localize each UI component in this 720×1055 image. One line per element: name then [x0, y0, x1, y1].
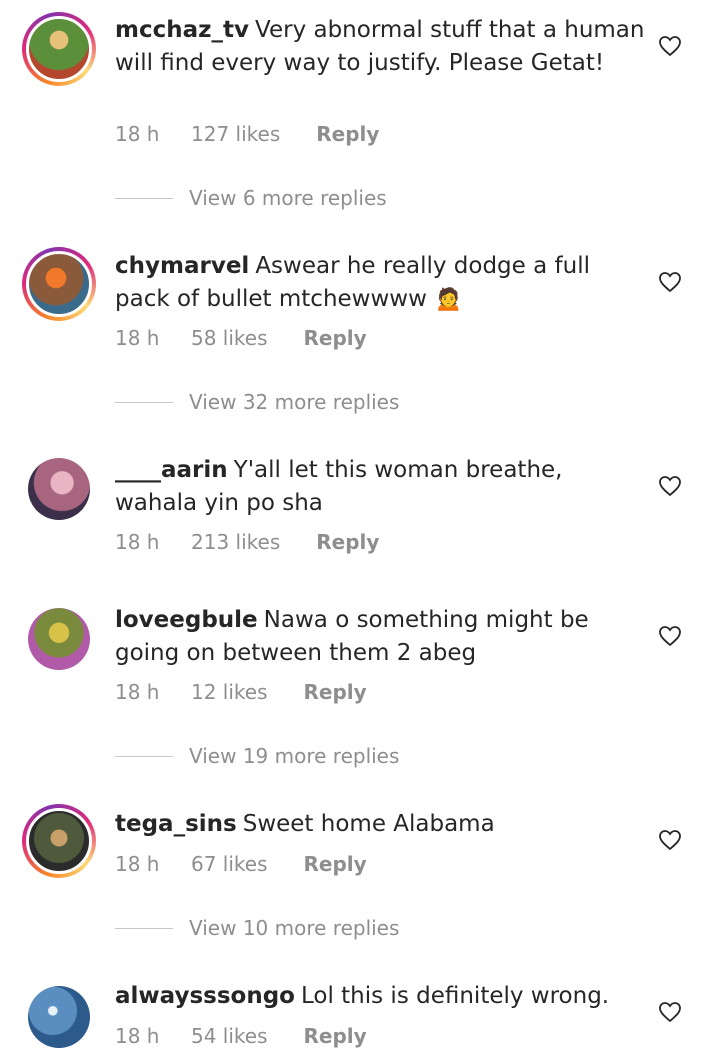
comment-meta: 18 h 67 likes Reply: [115, 852, 367, 876]
comment-text: mcchaz_tv Very abnormal stuff that a huma…: [115, 14, 645, 80]
view-replies-button[interactable]: View 10 more replies: [115, 916, 399, 940]
view-replies-label: View 10 more replies: [189, 916, 400, 940]
avatar-image: [28, 608, 90, 670]
comment-text: alwaysssongo Lol this is definitely wrong…: [115, 980, 645, 1013]
heart-outline-icon[interactable]: [658, 475, 682, 497]
view-replies-button[interactable]: View 32 more replies: [115, 390, 399, 414]
likes-count[interactable]: 54 likes: [191, 1024, 268, 1048]
username-link[interactable]: mcchaz_tv: [115, 17, 249, 43]
view-replies-button[interactable]: View 19 more replies: [115, 744, 399, 768]
heart-outline-icon[interactable]: [658, 271, 682, 293]
view-replies-button[interactable]: View 6 more replies: [115, 186, 387, 210]
comment-text: ____aarin Y'all let this woman breathe, w…: [115, 454, 645, 520]
likes-count[interactable]: 67 likes: [191, 852, 268, 876]
comment-text: loveegbule Nawa o something might be goin…: [115, 604, 645, 670]
timestamp: 18 h: [115, 530, 160, 554]
username-link[interactable]: tega_sins: [115, 811, 237, 837]
view-replies-label: View 19 more replies: [189, 744, 400, 768]
avatar[interactable]: [22, 247, 96, 321]
comment-meta: 18 h 12 likes Reply: [115, 680, 367, 704]
divider-line: [115, 197, 173, 199]
comment-meta: 18 h 54 likes Reply: [115, 1024, 367, 1048]
divider-line: [115, 401, 173, 403]
likes-count[interactable]: 213 likes: [191, 530, 280, 554]
reply-button[interactable]: Reply: [304, 680, 367, 704]
comment-meta: 18 h 58 likes Reply: [115, 326, 367, 350]
heart-outline-icon[interactable]: [658, 1001, 682, 1023]
reply-button[interactable]: Reply: [316, 122, 379, 146]
avatar[interactable]: [22, 12, 96, 86]
avatar[interactable]: [22, 452, 96, 526]
reply-button[interactable]: Reply: [304, 852, 367, 876]
divider-line: [115, 927, 173, 929]
comment-text: chymarvel Aswear he really dodge a full p…: [115, 250, 645, 316]
reply-button[interactable]: Reply: [304, 1024, 367, 1048]
username-link[interactable]: loveegbule: [115, 607, 258, 633]
reply-button[interactable]: Reply: [304, 326, 367, 350]
heart-outline-icon[interactable]: [658, 625, 682, 647]
comment-body: Sweet home Alabama: [242, 811, 495, 837]
avatar-image: [28, 986, 90, 1048]
reply-button[interactable]: Reply: [316, 530, 379, 554]
timestamp: 18 h: [115, 852, 160, 876]
timestamp: 18 h: [115, 680, 160, 704]
username-link[interactable]: ____aarin: [115, 457, 228, 483]
avatar[interactable]: [22, 980, 96, 1054]
timestamp: 18 h: [115, 122, 160, 146]
likes-count[interactable]: 127 likes: [191, 122, 280, 146]
avatar-image: [26, 808, 92, 874]
heart-outline-icon[interactable]: [658, 35, 682, 57]
likes-count[interactable]: 12 likes: [191, 680, 268, 704]
avatar-image: [26, 16, 92, 82]
avatar-image: [28, 458, 90, 520]
view-replies-label: View 6 more replies: [189, 186, 387, 210]
avatar-image: [26, 251, 92, 317]
heart-outline-icon[interactable]: [658, 829, 682, 851]
comment-meta: 18 h 213 likes Reply: [115, 530, 379, 554]
timestamp: 18 h: [115, 326, 160, 350]
username-link[interactable]: alwaysssongo: [115, 983, 295, 1009]
comment-body: Lol this is definitely wrong.: [300, 983, 610, 1009]
timestamp: 18 h: [115, 1024, 160, 1048]
divider-line: [115, 755, 173, 757]
comment-meta: 18 h 127 likes Reply: [115, 122, 379, 146]
avatar[interactable]: [22, 804, 96, 878]
avatar[interactable]: [22, 602, 96, 676]
comment-text: tega_sins Sweet home Alabama: [115, 808, 645, 841]
likes-count[interactable]: 58 likes: [191, 326, 268, 350]
username-link[interactable]: chymarvel: [115, 253, 249, 279]
view-replies-label: View 32 more replies: [189, 390, 400, 414]
